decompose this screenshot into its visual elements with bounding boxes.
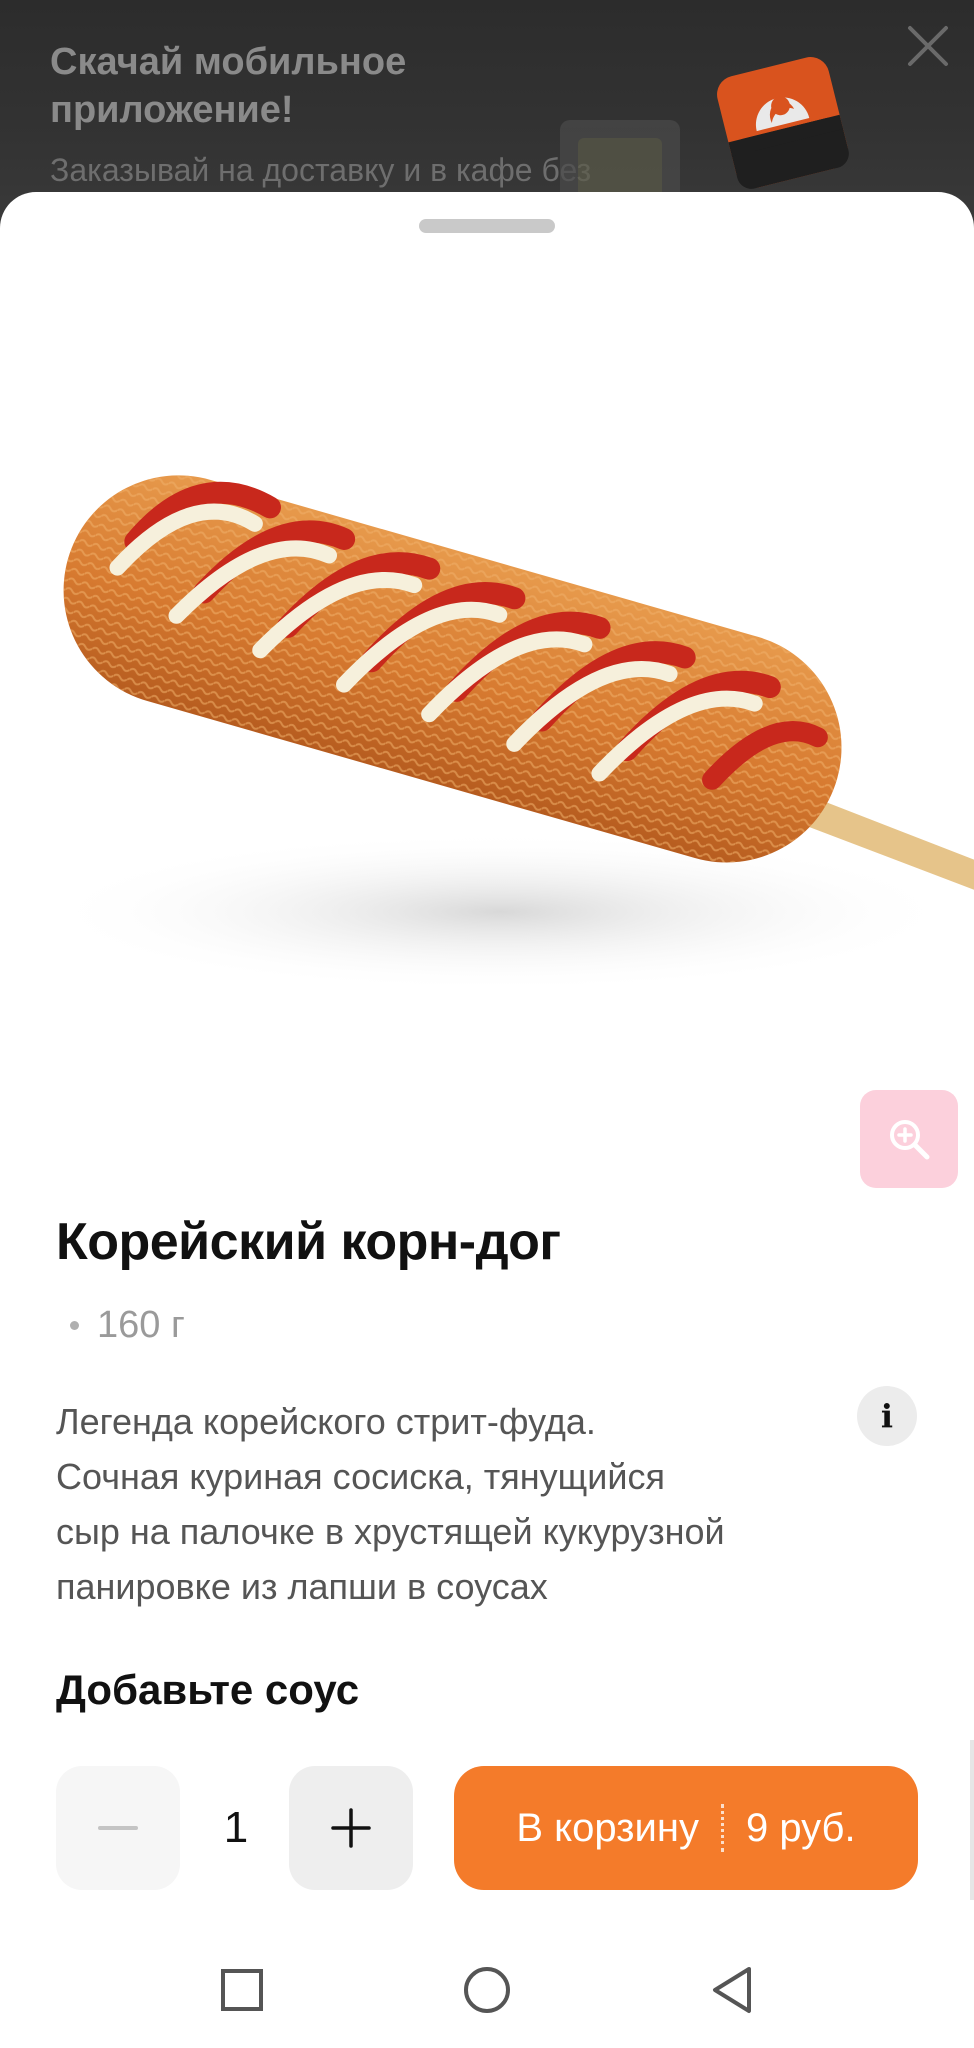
circle-home-icon[interactable] (455, 1958, 519, 2022)
decrease-quantity-button[interactable] (56, 1766, 180, 1890)
weight-value: 160 г (97, 1304, 185, 1346)
app-logo-icon (717, 57, 849, 189)
product-title: Корейский корн-дог (56, 1213, 561, 1271)
bullet-dot (70, 1321, 79, 1330)
square-recents-icon[interactable] (210, 1958, 274, 2022)
description-line: сыр на палочке в хрустящей кукурузной (56, 1511, 725, 1552)
description-line: панировке из лапши в соусах (56, 1566, 548, 1607)
scrollbar[interactable] (970, 1740, 974, 1900)
divider (720, 1804, 724, 1852)
product-weight: 160 г (70, 1304, 185, 1347)
close-icon[interactable] (898, 16, 958, 76)
cart-price: 9 руб. (745, 1805, 856, 1850)
description-line: Легенда корейского стрит-фуда. (56, 1401, 596, 1442)
system-nav-bar (0, 1932, 974, 2048)
sheet-drag-handle[interactable] (419, 219, 555, 233)
quantity-value: 1 (223, 1803, 249, 1852)
description-line: Сочная куриная сосиска, тянущийся (56, 1456, 665, 1497)
minus-icon (98, 1826, 138, 1830)
zoom-button[interactable] (860, 1090, 958, 1188)
cart-label: В корзину (516, 1805, 699, 1850)
add-to-cart-button[interactable]: В корзину 9 руб. (454, 1766, 918, 1890)
product-description: Легенда корейского стрит-фуда. Сочная ку… (56, 1394, 856, 1614)
plus-icon (331, 1808, 371, 1848)
screen: Скачай мобильное приложение! Заказывай н… (0, 0, 974, 2048)
promo-title: Скачай мобильное приложение! (50, 41, 407, 131)
product-photo (40, 475, 974, 992)
product-sheet: Корейский корн-дог 160 г Легенда корейск… (0, 192, 974, 1932)
sauce-heading: Добавьте соус (56, 1666, 360, 1713)
triangle-back-icon[interactable] (700, 1958, 764, 2022)
increase-quantity-button[interactable] (289, 1766, 413, 1890)
zoom-in-icon (890, 1120, 930, 1160)
info-button[interactable]: i (857, 1386, 917, 1446)
